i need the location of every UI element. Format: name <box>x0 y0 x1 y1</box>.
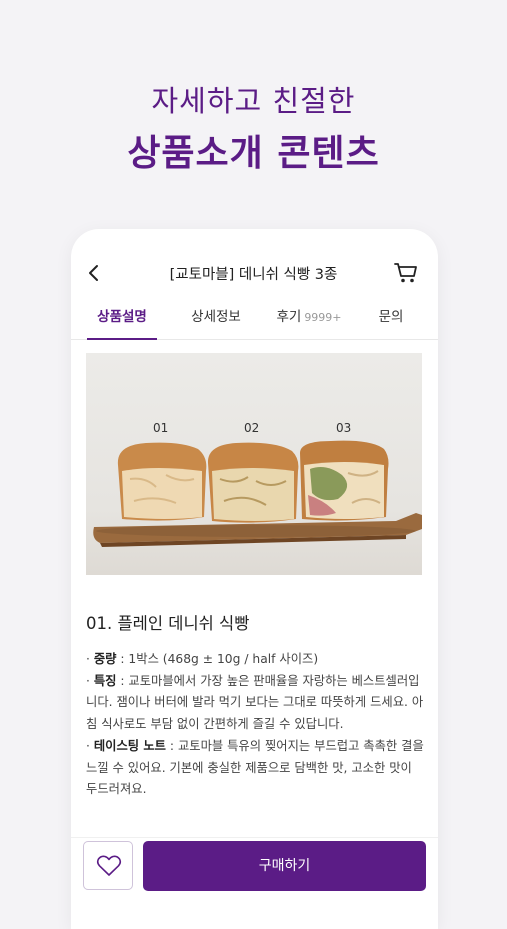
feature-label: 특징 <box>93 673 117 688</box>
photo-label-03: 03 <box>336 421 352 435</box>
wishlist-button[interactable] <box>83 841 133 890</box>
tasting-label: 테이스팅 노트 <box>93 738 166 753</box>
back-arrow-icon[interactable] <box>83 261 107 285</box>
weight-line: · 중량 : 1박스 (468g ± 10g / half 사이즈) <box>86 652 319 666</box>
tasting-line: · 테이스팅 노트 : 교토마블 특유의 찢어지는 부드럽고 촉촉한 결을 느낄… <box>86 738 424 797</box>
buy-button[interactable]: 구매하기 <box>143 841 426 891</box>
app-header: [교토마블] 데니쉬 식빵 3종 <box>71 253 438 293</box>
review-count: 9999+ <box>304 311 342 324</box>
page-title: [교토마블] 데니쉬 식빵 3종 <box>169 267 338 283</box>
product-description: · 중량 : 1박스 (468g ± 10g / half 사이즈) · 특징 … <box>86 649 426 801</box>
product-title: 01. 플레인 데니쉬 식빵 <box>86 614 250 633</box>
tab-details[interactable]: 상세정보 <box>176 305 256 338</box>
tab-label: 문의 <box>378 309 404 325</box>
cart-icon[interactable] <box>393 259 419 285</box>
photo-label-01: 01 <box>153 421 169 435</box>
tab-label: 상세정보 <box>191 309 241 325</box>
tab-inquiry[interactable]: 문의 <box>371 305 411 338</box>
tab-bar: 상품설명 상세정보 후기 9999+ 문의 <box>71 305 438 340</box>
photo-label-02: 02 <box>244 421 260 435</box>
feature-line: · 특징 : 교토마블에서 가장 높은 판매율을 자랑하는 베스트셀러입니다. … <box>86 673 424 732</box>
bottom-action-bar: 구매하기 <box>71 837 438 929</box>
weight-value: : 1박스 (468g ± 10g / half 사이즈) <box>116 652 319 666</box>
tab-reviews[interactable]: 후기 9999+ <box>269 305 349 338</box>
phone-mockup: [교토마블] 데니쉬 식빵 3종 상품설명 상세정보 후기 9999+ 문의 0… <box>71 229 438 929</box>
promo-title: 상품소개 콘텐츠 <box>127 133 380 174</box>
weight-label: 중량 <box>93 652 117 666</box>
heart-icon <box>96 855 122 876</box>
tab-description[interactable]: 상품설명 <box>87 305 157 340</box>
product-photo: 01 02 03 <box>86 353 422 575</box>
promo-subtitle: 자세하고 친절한 <box>151 84 356 118</box>
feature-value: : 교토마블에서 가장 높은 판매율을 자랑하는 베스트셀러입니다. 잼이나 버… <box>86 673 424 732</box>
tab-label: 상품설명 <box>97 309 147 325</box>
tab-label: 후기 <box>276 309 302 325</box>
